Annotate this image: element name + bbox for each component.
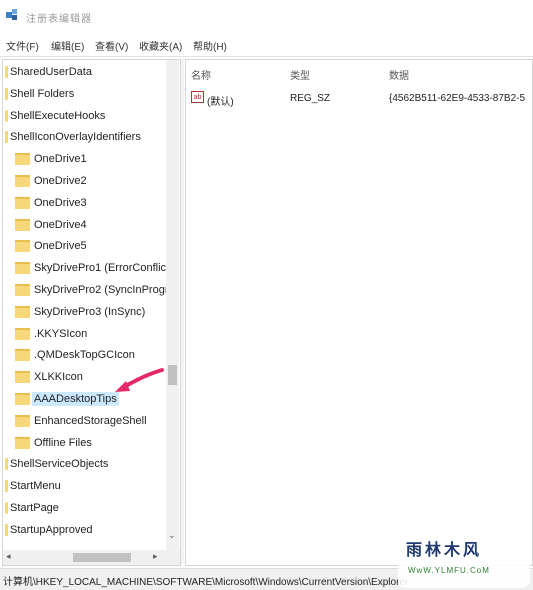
tree-subkey[interactable]: .KKYSIcon [15,324,87,344]
menu-bar: 文件(F) 编辑(E) 查看(V) 收藏夹(A) 帮助(H) [0,36,533,54]
tree-subkey[interactable]: AAADesktopTips [15,389,119,409]
tree-key[interactable]: StartPage [5,498,59,518]
tree-subkey[interactable]: .QMDeskTopGCIcon [15,345,135,365]
values-list-pane[interactable]: 名称 类型 数据 ab (默认) REG_SZ {4562B511-62E9-4… [185,59,533,566]
folder-icon [5,87,8,100]
tree-item-label: .KKYSIcon [34,327,88,340]
folder-icon [15,284,30,296]
watermark-title: 雨林木风 [406,542,483,559]
tree-item-label: OneDrive1 [34,153,87,166]
folder-icon [15,262,30,275]
tree-item-label: SharedUserData [10,66,92,78]
folder-icon [5,458,8,471]
tree-subkey[interactable]: SkyDrivePro2 (SyncInProgre [15,280,175,300]
folder-icon [15,327,30,340]
folder-icon [15,436,30,449]
tree-key[interactable]: ShellIconOverlayIdentifiers [5,127,141,147]
menu-divider [0,56,533,57]
folder-icon [15,393,30,405]
tree-subkey[interactable]: OneDrive2 [15,171,87,191]
string-value-icon: ab [191,91,204,103]
tree-item-label: Shell Folders [10,87,75,100]
site-watermark-logo: 雨林木风 WwW.YLMFU.CoM [398,522,530,588]
tree-key[interactable]: SharedUserData [5,62,92,82]
scroll-down-icon[interactable]: ⌄ [168,530,176,541]
tree-subkey[interactable]: OneDrive5 [15,236,87,256]
folder-icon [15,218,30,231]
tree-subkey[interactable]: OneDrive3 [15,193,87,213]
tree-vertical-scroll-thumb[interactable] [168,365,177,385]
tree-item-label: AAADesktopTips [32,392,119,406]
tree-item-label: ShellServiceObjects [10,458,109,471]
folder-icon [15,414,30,427]
menu-view[interactable]: 查看(V) [95,38,128,53]
watermark-url: WwW.YLMFU.CoM [408,566,490,575]
tree-item-label: StartPage [10,502,59,514]
tree-horizontal-scroll-thumb[interactable] [73,553,131,562]
tree-item-label: SkyDrivePro1 (ErrorConflict [34,262,170,275]
tree-item-label: .QMDeskTopGCIcon [34,349,135,362]
tree-item-label: StartupApproved [10,523,93,536]
tree-item-label: SkyDrivePro3 (InSync) [34,305,146,318]
tree-key[interactable]: ShellExecuteHooks [5,106,105,126]
tree-item-label: OneDrive2 [34,175,87,187]
tree-subkey[interactable]: OneDrive1 [15,149,87,169]
tree-vertical-scrollbar[interactable]: ⌄ [166,60,179,550]
tree-subkey[interactable]: OneDrive4 [15,215,87,235]
folder-icon [15,153,30,166]
window-title: 注册表编辑器 [26,14,92,25]
tree-key[interactable]: StartMenu [5,476,61,496]
scroll-left-icon[interactable]: ◂ [6,551,11,562]
column-header-name[interactable]: 名称 [191,67,211,82]
value-data: {4562B511-62E9-4533-87B2-5 [389,93,526,104]
folder-icon [15,196,30,209]
tree-item-label: OneDrive5 [34,240,87,253]
folder-icon [5,502,8,514]
column-header-type[interactable]: 类型 [290,67,310,82]
tree-subkey[interactable]: Offline Files [15,433,92,453]
value-type: REG_SZ [290,93,331,104]
folder-icon [5,66,8,78]
menu-help[interactable]: 帮助(H) [193,38,227,53]
title-bar: 注册表编辑器 [0,0,533,32]
menu-favorites[interactable]: 收藏夹(A) [139,38,182,53]
pointer-arrow-icon [115,368,164,392]
value-name: (默认) [207,97,234,108]
folder-icon [15,305,30,318]
tree-key[interactable]: ShellServiceObjects [5,454,108,474]
folder-icon [15,175,30,187]
tree-subkey[interactable]: SkyDrivePro3 (InSync) [15,302,145,322]
regedit-app-icon [6,9,17,20]
folder-icon [5,109,8,122]
tree-item-label: EnhancedStorageShell [34,414,147,427]
tree-item-label: SkyDrivePro2 (SyncInProgre [34,284,175,296]
registry-tree-pane[interactable]: SharedUserData Shell Folders ShellExecuteH… [2,59,181,566]
tree-subkey[interactable]: XLKKIcon [15,367,83,387]
column-header-data[interactable]: 数据 [389,67,409,82]
tree-item-label: ShellIconOverlayIdentifiers [10,131,141,144]
tree-subkey[interactable]: SkyDrivePro1 (ErrorConflict [15,258,169,278]
tree-subkey[interactable]: EnhancedStorageShell [15,411,147,431]
folder-icon [15,371,30,384]
menu-edit[interactable]: 编辑(E) [51,38,84,53]
folder-icon [5,131,8,144]
tree-item-label: OneDrive4 [34,218,87,231]
tree-item-label: Offline Files [34,436,92,449]
folder-icon [15,349,30,362]
tree-horizontal-scrollbar[interactable]: ◂ ▸ [3,550,180,565]
tree-item-label: ShellExecuteHooks [10,109,106,122]
tree-item-label: XLKKIcon [34,371,83,384]
tree-item-label: StartMenu [10,480,61,493]
tree-key[interactable]: Shell Folders [5,84,74,104]
pane-splitter[interactable] [181,59,184,564]
folder-icon [15,240,30,253]
folder-icon [5,480,8,493]
tree-item-label: OneDrive3 [34,196,87,209]
tree-key[interactable]: StartupApproved [5,520,93,540]
scroll-right-icon[interactable]: ▸ [153,551,158,562]
menu-file[interactable]: 文件(F) [6,38,39,53]
folder-icon [5,523,8,536]
